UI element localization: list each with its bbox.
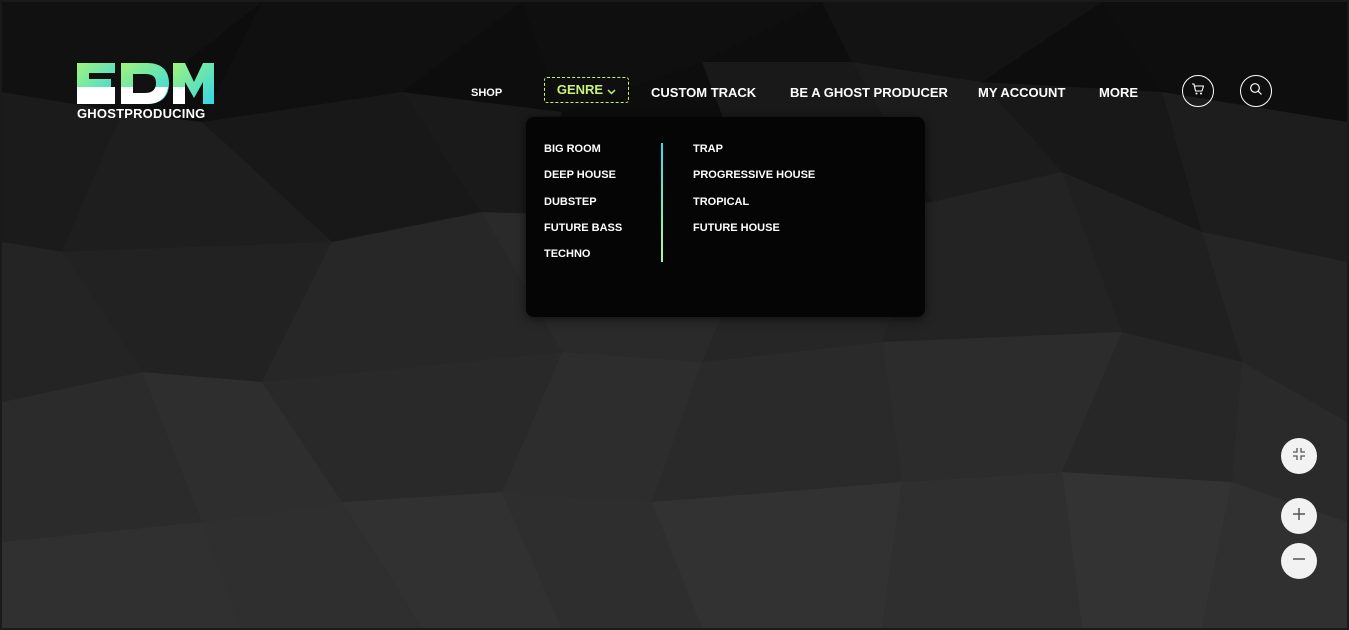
genre-tropical[interactable]: TROPICAL — [693, 194, 815, 220]
genre-dubstep[interactable]: DUBSTEP — [544, 194, 622, 220]
logo-subtitle: GHOSTPRODUCING — [77, 106, 206, 121]
cart-icon — [1191, 82, 1205, 101]
genre-dropdown: BIG ROOM DEEP HOUSE DUBSTEP FUTURE BASS … — [526, 117, 925, 317]
genre-column-left: BIG ROOM DEEP HOUSE DUBSTEP FUTURE BASS … — [544, 141, 622, 272]
dropdown-divider — [661, 143, 663, 262]
cart-button[interactable] — [1182, 75, 1214, 107]
zoom-in-button[interactable] — [1281, 498, 1317, 534]
genre-future-house[interactable]: FUTURE HOUSE — [693, 220, 815, 246]
genre-techno[interactable]: TECHNO — [544, 246, 622, 272]
genre-progressive-house[interactable]: PROGRESSIVE HOUSE — [693, 167, 815, 193]
chevron-down-icon — [607, 79, 616, 103]
genre-big-room[interactable]: BIG ROOM — [544, 141, 622, 167]
genre-column-right: TRAP PROGRESSIVE HOUSE TROPICAL FUTURE H… — [693, 141, 815, 246]
nav-my-account[interactable]: MY ACCOUNT — [978, 83, 1065, 103]
nav-genre-label: GENRE — [556, 82, 604, 97]
genre-future-bass[interactable]: FUTURE BASS — [544, 220, 622, 246]
genre-deep-house[interactable]: DEEP HOUSE — [544, 167, 622, 193]
fit-view-button[interactable] — [1281, 438, 1317, 474]
nav-shop[interactable]: SHOP — [471, 83, 502, 103]
edm-logo-mark — [77, 63, 214, 104]
nav-genre[interactable]: GENRE — [544, 77, 629, 103]
site-logo[interactable]: GHOSTPRODUCING — [75, 60, 215, 124]
genre-trap[interactable]: TRAP — [693, 141, 815, 167]
zoom-out-button[interactable] — [1281, 543, 1317, 579]
plus-icon — [1292, 507, 1306, 526]
nav-custom-track[interactable]: CUSTOM TRACK — [651, 83, 756, 103]
page: GHOSTPRODUCING SHOP GENRE CUSTOM TRACK B… — [2, 2, 1347, 628]
nav-be-a-ghost-producer[interactable]: BE A GHOST PRODUCER — [790, 83, 948, 103]
collapse-icon — [1292, 447, 1306, 466]
nav-more[interactable]: MORE — [1099, 83, 1138, 103]
search-button[interactable] — [1240, 75, 1272, 107]
search-icon — [1249, 82, 1263, 101]
minus-icon — [1292, 552, 1306, 571]
